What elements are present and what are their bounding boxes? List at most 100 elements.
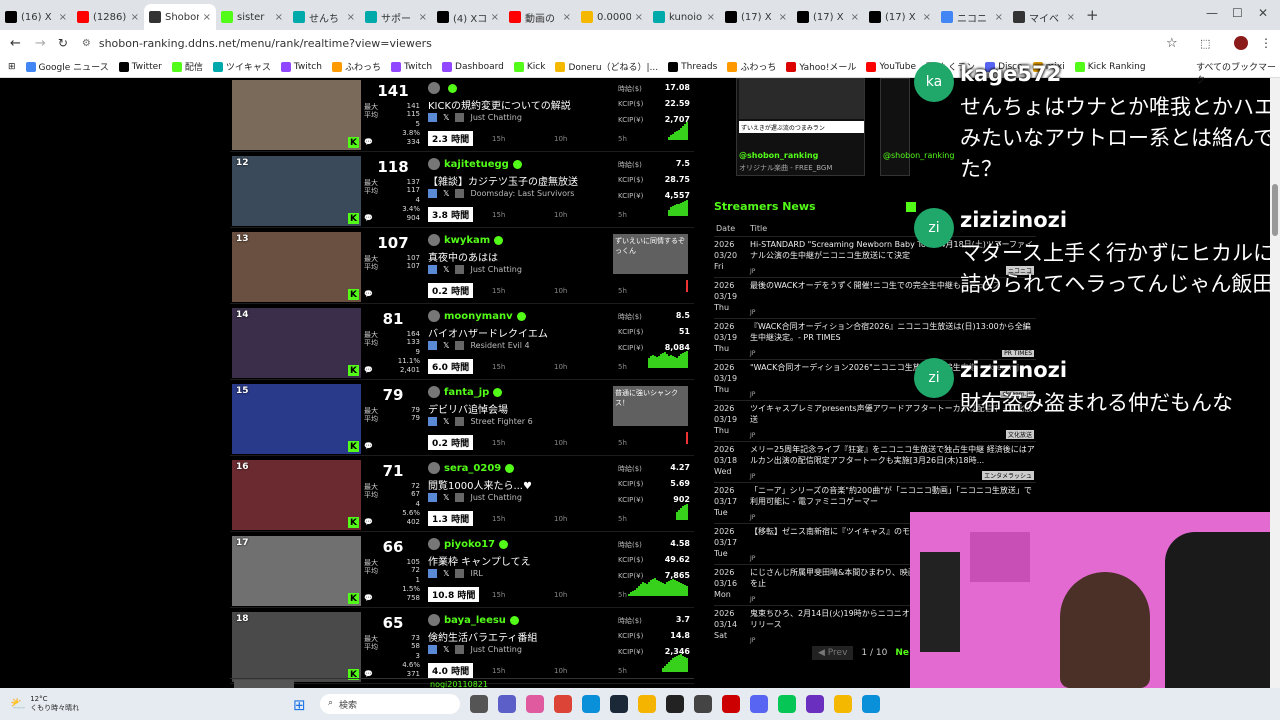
url-field[interactable]: shobon-ranking.ddns.net/menu/rank/realti… — [99, 37, 432, 50]
close-tab-icon[interactable]: × — [1067, 12, 1075, 23]
youtube-icon[interactable] — [455, 189, 465, 198]
browser-tab[interactable]: (16) X × — [0, 4, 72, 30]
close-tab-icon[interactable]: × — [923, 12, 931, 23]
x-icon[interactable]: 𝕏 — [443, 417, 449, 426]
next-button[interactable]: Ne — [895, 648, 909, 658]
bookmark-item[interactable]: Google ニュース — [25, 60, 109, 73]
instagram-icon[interactable] — [428, 493, 437, 502]
bookmark-item[interactable]: Yahoo!メール — [786, 60, 856, 73]
line-icon[interactable] — [778, 695, 796, 713]
ranking-row[interactable]: 16 K 71 最大 72 平均 67 4 5.6% 💬 402 sera_0209 閲覧1000人来た… — [230, 458, 694, 532]
x-icon[interactable]: 𝕏 — [443, 645, 449, 654]
channel-link[interactable]: baya_leesu — [428, 614, 519, 626]
bookmark-item[interactable]: Dashboard — [442, 61, 504, 72]
browser-tab[interactable]: マイベ × — [1008, 4, 1080, 30]
bookmark-item[interactable]: ふわっち — [331, 60, 381, 73]
recent-thumbnail[interactable]: ずいえいに同情するぞっくん — [613, 234, 688, 274]
close-tab-icon[interactable]: × — [635, 12, 643, 23]
github-icon[interactable] — [666, 695, 684, 713]
stream-thumbnail[interactable]: 12 K — [232, 156, 361, 226]
news-title[interactable]: メリー25周年記念ライブ『狂宴』をニコニコ生放送で独占生中継 経済後にはアルカン… — [750, 444, 1036, 466]
instagram-icon[interactable] — [428, 265, 437, 274]
record-icon[interactable] — [722, 695, 740, 713]
stream-thumbnail[interactable]: 17 K — [232, 536, 361, 606]
extensions-icon[interactable]: ⬚ — [1200, 37, 1210, 50]
bookmark-item[interactable]: Twitch — [390, 61, 432, 72]
all-bookmarks[interactable]: すべてのブックマーク — [1196, 60, 1280, 86]
news-item[interactable]: 2026 03/18 Wed メリー25周年記念ライブ『狂宴』をニコニコ生放送で独… — [714, 441, 1036, 482]
bookmark-star-icon[interactable]: ☆ — [1166, 36, 1178, 51]
bookmark-item[interactable]: YouTube — [866, 61, 916, 72]
browser-tab[interactable]: kunoio × — [648, 4, 720, 30]
file-explorer-icon[interactable] — [470, 695, 488, 713]
browser-tab[interactable]: (4) Xコ × — [432, 4, 504, 30]
site-info-icon[interactable]: ⚙ — [82, 38, 91, 49]
memo-icon[interactable] — [862, 695, 880, 713]
stream-thumbnail[interactable]: 18 K — [232, 612, 361, 682]
maximize-icon[interactable]: ☐ — [1232, 6, 1243, 20]
profile-avatar[interactable] — [1234, 36, 1248, 50]
instagram-icon[interactable] — [428, 189, 437, 198]
close-tab-icon[interactable]: × — [347, 12, 355, 23]
close-tab-icon[interactable]: × — [203, 12, 211, 23]
browser-tab[interactable]: せんち × — [288, 4, 360, 30]
video-card-1[interactable]: ずいえきが遅ぶ流のつまみラン @shobon_ranking オリジナル楽曲 -… — [736, 78, 865, 176]
copilot-icon[interactable] — [526, 695, 544, 713]
youtube-icon[interactable] — [455, 113, 465, 122]
stream-thumbnail[interactable]: 14 K — [232, 308, 361, 378]
browser-tab[interactable]: (17) X × — [792, 4, 864, 30]
new-tab-button[interactable]: + — [1086, 6, 1099, 24]
browser-tab[interactable]: sister × — [216, 4, 288, 30]
minimize-icon[interactable]: — — [1206, 6, 1218, 20]
windows-start-icon[interactable]: ⊞ — [293, 696, 306, 714]
close-tab-icon[interactable]: × — [851, 12, 859, 23]
teams-icon[interactable] — [498, 695, 516, 713]
discord-icon[interactable] — [750, 695, 768, 713]
browser-tab[interactable]: 0.0000 × — [576, 4, 648, 30]
youtube-icon[interactable] — [455, 417, 465, 426]
ranking-row[interactable]: 17 K 66 最大 105 平均 72 1 1.5% 💬 758 piyoko17 作業枠 キャンプし… — [230, 534, 694, 608]
recent-thumbnail[interactable]: 普通に強いシャンクス！ — [613, 386, 688, 426]
instagram-icon[interactable] — [428, 569, 437, 578]
instagram-icon[interactable] — [428, 645, 437, 654]
weather-widget[interactable]: 12°C くもり時々晴れ — [30, 695, 79, 713]
stream-thumbnail[interactable]: 13 K — [232, 232, 361, 302]
channel-link[interactable]: piyoko17 — [428, 538, 509, 550]
youtube-icon[interactable] — [455, 569, 465, 578]
bookmark-item[interactable]: Kick Ranking — [1074, 61, 1146, 72]
news-item[interactable]: 2026 03/19 Thu 『WACK合同オーディション合宿2026』ニコニコ生… — [714, 318, 1036, 359]
browser-tab[interactable]: Shobon × — [144, 4, 216, 30]
page-scrollbar[interactable] — [1270, 78, 1280, 688]
close-tab-icon[interactable]: × — [419, 12, 427, 23]
x-icon[interactable]: 𝕏 — [443, 341, 449, 350]
chrome-icon[interactable] — [554, 695, 572, 713]
close-tab-icon[interactable]: × — [275, 12, 283, 23]
video-card-2[interactable]: @shobon_ranking — [880, 78, 954, 176]
close-tab-icon[interactable]: × — [707, 12, 715, 23]
prev-button[interactable]: ◀ Prev — [812, 646, 854, 660]
calculator-icon[interactable] — [694, 695, 712, 713]
browser-tab[interactable]: (17) X × — [720, 4, 792, 30]
menu-kebab-icon[interactable]: ⋮ — [1260, 36, 1272, 50]
bookmark-item[interactable]: 配信 — [171, 60, 203, 73]
ranking-row[interactable]: 12 K 118 最大 137 平均 117 4 3.4% 💬 904 kajitetuegg 【雑談】… — [230, 154, 694, 228]
browser-tab[interactable]: 動画の × — [504, 4, 576, 30]
close-tab-icon[interactable]: × — [563, 12, 571, 23]
x-icon[interactable]: 𝕏 — [443, 569, 449, 578]
youtube-icon[interactable] — [455, 265, 465, 274]
bookmark-item[interactable]: Twitter — [118, 61, 162, 72]
close-tab-icon[interactable]: × — [491, 12, 499, 23]
channel-link[interactable]: kajitetuegg — [428, 158, 522, 170]
x-icon[interactable]: 𝕏 — [443, 493, 449, 502]
x-icon[interactable]: 𝕏 — [443, 113, 449, 122]
news-title[interactable]: 「ニーア」シリーズの音楽"約200曲"が「ニコニコ動画」「ニコニコ生放送」で利用… — [750, 485, 1036, 507]
obs-icon[interactable] — [806, 695, 824, 713]
news-title[interactable]: 『WACK合同オーディション合宿2026』ニコニコ生放送は(日)13:00から全… — [750, 321, 1036, 343]
ranking-row[interactable]: 15 K 79 最大 79 平均 79 💬 fanta_jp デビリバ追悼会場 𝕏 Street Fi… — [230, 382, 694, 456]
browser-tab[interactable]: (17) X × — [864, 4, 936, 30]
channel-link[interactable]: kwykam — [428, 234, 504, 246]
stream-thumbnail[interactable]: 16 K — [232, 460, 361, 530]
close-tab-icon[interactable]: × — [131, 12, 139, 23]
close-tab-icon[interactable]: × — [995, 12, 1003, 23]
apps-icon[interactable]: ⊞ — [8, 62, 16, 72]
